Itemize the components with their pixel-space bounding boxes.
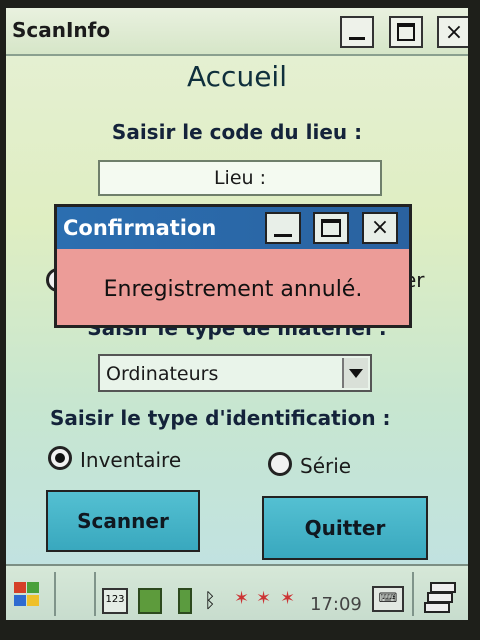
windows-start-icon[interactable] [12,580,42,608]
chevron-down-icon[interactable] [342,358,368,388]
close-icon: × [444,20,464,45]
app-title: ScanInfo [12,18,111,42]
keyboard-123-icon[interactable]: 123 [102,588,128,614]
materiel-select-value: Ordinateurs [106,363,219,385]
close-button[interactable]: × [437,16,468,48]
radio-serie-label: Série [300,454,352,478]
radio-inventaire-label: Inventaire [80,448,182,472]
title-bar: ScanInfo × [6,8,468,56]
sip-keyboard-icon[interactable]: ⌨ [372,586,404,612]
dialog-close-button[interactable]: × [362,212,398,244]
device-screen: ScanInfo × Accueil Saisir le code du lie… [6,8,468,620]
materiel-select[interactable]: Ordinateurs [98,354,372,392]
task-switch-icon[interactable] [424,582,456,614]
bluetooth-icon[interactable]: ᛒ [204,588,216,614]
clock[interactable]: 17:09 [310,594,362,615]
confirmation-dialog: Confirmation × Enregistrement annulé. [54,204,412,328]
radio-serie[interactable] [268,452,292,476]
radio-inventaire[interactable] [48,446,72,470]
taskbar-separator [94,572,96,616]
close-icon: × [370,215,390,240]
lieu-input[interactable]: Lieu : [98,160,382,196]
lieu-label: Saisir le code du lieu : [111,120,363,144]
scan-button[interactable]: Scanner [46,490,200,552]
maximize-button[interactable] [389,16,423,48]
dialog-maximize-button[interactable] [313,212,349,244]
quit-button[interactable]: Quitter [262,496,428,560]
page-title: Accueil [187,60,287,93]
dialog-minimize-button[interactable] [265,212,301,244]
network-icon[interactable]: ✶ [234,588,249,614]
memory-icon [138,588,162,614]
taskbar-separator [54,572,56,616]
dialog-title-bar: Confirmation [57,207,409,249]
minimize-button[interactable] [340,16,374,48]
network-icon[interactable]: ✶ [256,588,271,614]
dialog-message: Enregistrement annulé. [103,277,363,302]
battery-icon [178,588,192,614]
identification-label: Saisir le type d'identification : [50,406,391,430]
dialog-title: Confirmation [63,216,217,240]
taskbar-separator [412,572,414,616]
network-icon[interactable]: ✶ [280,588,295,614]
